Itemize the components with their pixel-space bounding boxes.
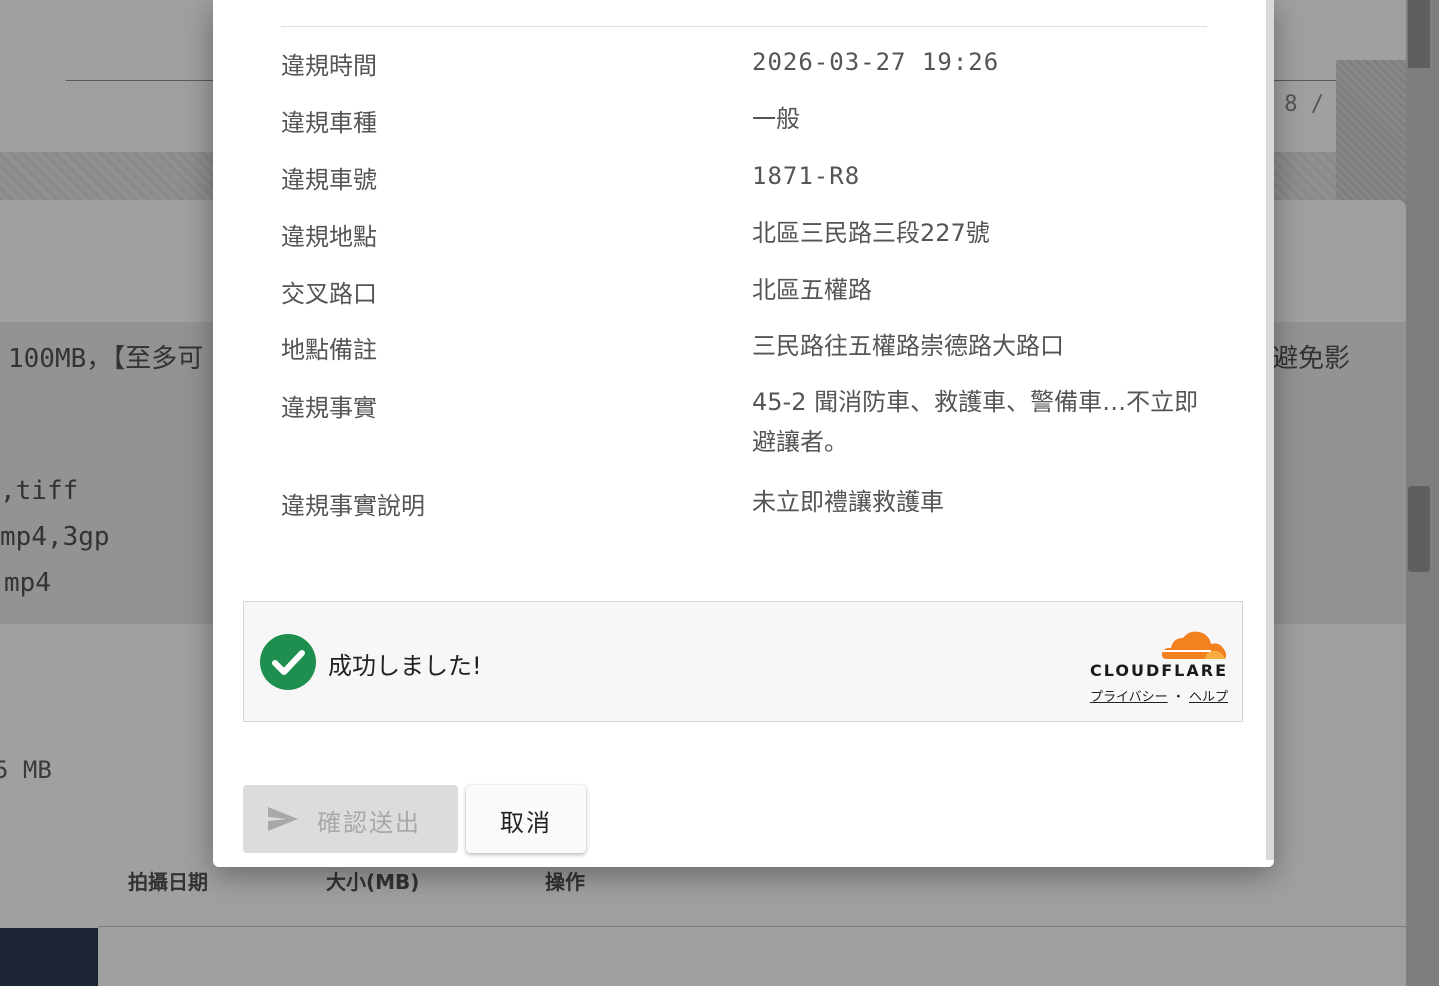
cancel-button-label: 取消 xyxy=(500,809,552,837)
confirm-submit-button[interactable]: 確認送出 xyxy=(243,785,458,853)
privacy-link[interactable]: プライバシー xyxy=(1090,690,1168,705)
cloudflare-logo-text: CLOUDFLARE xyxy=(1090,661,1228,680)
confirm-dialog: 違規時間 2026-03-27 19:26 違規車種 一般 違規車號 1871-… xyxy=(213,0,1274,867)
page-scrollbar-thumb[interactable] xyxy=(1408,486,1430,572)
detail-value: 45-2 聞消防車、救護車、警備車…不立即避讓者。 xyxy=(752,388,1199,456)
bg-format-line: mp4,3gp xyxy=(0,522,110,552)
detail-value: 北區三民路三段227號 xyxy=(752,219,990,247)
bg-table-header-date: 拍攝日期 xyxy=(128,870,208,894)
checkmark-circle-icon xyxy=(260,634,316,690)
bg-table-divider xyxy=(98,926,1406,927)
detail-value: 2026-03-27 19:26 xyxy=(752,48,1000,76)
dialog-divider xyxy=(281,26,1207,27)
dialog-scrollbar[interactable] xyxy=(1266,0,1274,860)
detail-value: 北區五權路 xyxy=(752,276,872,304)
bg-table-header-size: 大小(MB) xyxy=(326,870,420,894)
bg-size-text: 5 MB xyxy=(0,756,52,784)
bg-map-corner xyxy=(1336,60,1406,220)
bg-notice-text: 100MB，【至多可 xyxy=(8,344,204,374)
link-separator: ・ xyxy=(1171,690,1185,705)
page-scrollbar-top xyxy=(1408,0,1430,68)
captcha-links: プライバシー ・ ヘルプ xyxy=(1090,686,1228,705)
cloudflare-cloud-icon xyxy=(1159,628,1229,662)
cancel-button[interactable]: 取消 xyxy=(466,785,586,853)
detail-label: 地點備註 xyxy=(281,336,377,364)
detail-label: 違規事實 xyxy=(281,394,377,422)
detail-label: 違規地點 xyxy=(281,223,377,251)
detail-label: 違規時間 xyxy=(281,52,377,80)
bg-format-line: ,tiff xyxy=(0,476,79,506)
detail-value: 1871-R8 xyxy=(752,162,861,190)
send-icon xyxy=(267,805,299,833)
bg-table-header-action: 操作 xyxy=(545,870,585,894)
detail-label: 交叉路口 xyxy=(281,280,377,308)
detail-value: 三民路往五權路崇德路大路口 xyxy=(752,332,1064,360)
detail-label: 違規車種 xyxy=(281,109,377,137)
detail-label: 違規車號 xyxy=(281,166,377,194)
detail-value: 未立即禮讓救護車 xyxy=(752,488,944,516)
bg-format-line: mp4 xyxy=(4,568,51,598)
help-link[interactable]: ヘルプ xyxy=(1189,690,1228,705)
detail-value: 一般 xyxy=(752,105,800,133)
cloudflare-turnstile-widget: 成功しました! CLOUDFLARE プライバシー ・ ヘルプ xyxy=(243,601,1243,722)
captcha-status-text: 成功しました! xyxy=(328,652,482,680)
bg-notice-text-right: 避免影 xyxy=(1272,344,1351,374)
detail-label: 違規事實說明 xyxy=(281,492,425,520)
confirm-submit-label: 確認送出 xyxy=(317,809,421,837)
bg-file-thumbnail xyxy=(0,928,98,986)
